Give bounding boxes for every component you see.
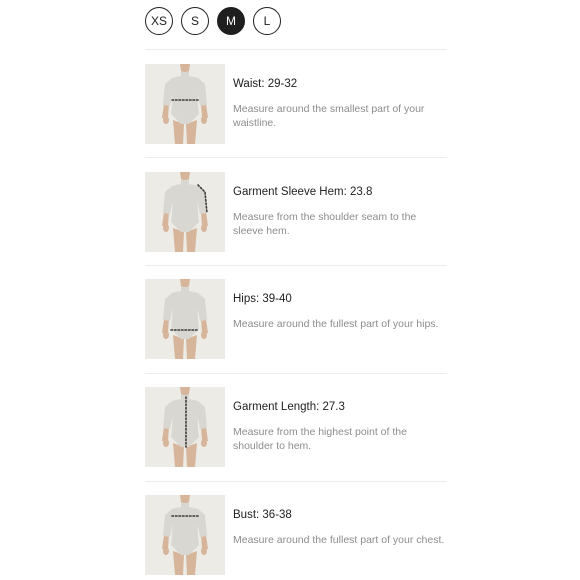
measurement-row-hips: Hips: 39-40 Measure around the fullest p…	[145, 279, 447, 361]
measurement-title: Garment Length: 27.3	[233, 401, 345, 413]
sleeve-model-image	[145, 172, 225, 252]
waist-model-image	[145, 64, 225, 144]
measurement-description: Measure around the fullest part of your …	[233, 318, 439, 330]
divider	[145, 49, 447, 50]
size-s-button[interactable]: S	[181, 7, 209, 35]
divider	[145, 265, 447, 266]
measurement-title: Waist: 29-32	[233, 78, 298, 90]
measurement-row-waist: Waist: 29-32 Measure around the smallest…	[145, 64, 447, 146]
divider	[145, 481, 447, 482]
hips-model-image	[145, 279, 225, 359]
measurement-title: Bust: 36-38	[233, 509, 292, 521]
measurement-title: Garment Sleeve Hem: 23.8	[233, 186, 373, 198]
measurement-row-bust: Bust: 36-38 Measure around the fullest p…	[145, 495, 447, 577]
measurement-description: Measure around the smallest part of your…	[233, 103, 425, 129]
bust-model-image	[145, 495, 225, 575]
measurement-description: Measure from the shoulder seam to the sl…	[233, 211, 417, 237]
size-l-button[interactable]: L	[253, 7, 281, 35]
measurement-description: Measure around the fullest part of your …	[233, 534, 445, 546]
divider	[145, 157, 447, 158]
measurement-row-sleeve: Garment Sleeve Hem: 23.8 Measure from th…	[145, 172, 447, 254]
measurement-title: Hips: 39-40	[233, 293, 292, 305]
size-xs-button[interactable]: XS	[145, 7, 173, 35]
measurement-description: Measure from the highest point of the sh…	[233, 426, 407, 452]
divider	[145, 373, 447, 374]
size-m-button[interactable]: M	[217, 7, 245, 35]
size-selector: XS S M L	[145, 7, 281, 37]
length-model-image	[145, 387, 225, 467]
measurement-row-length: Garment Length: 27.3 Measure from the hi…	[145, 387, 447, 469]
